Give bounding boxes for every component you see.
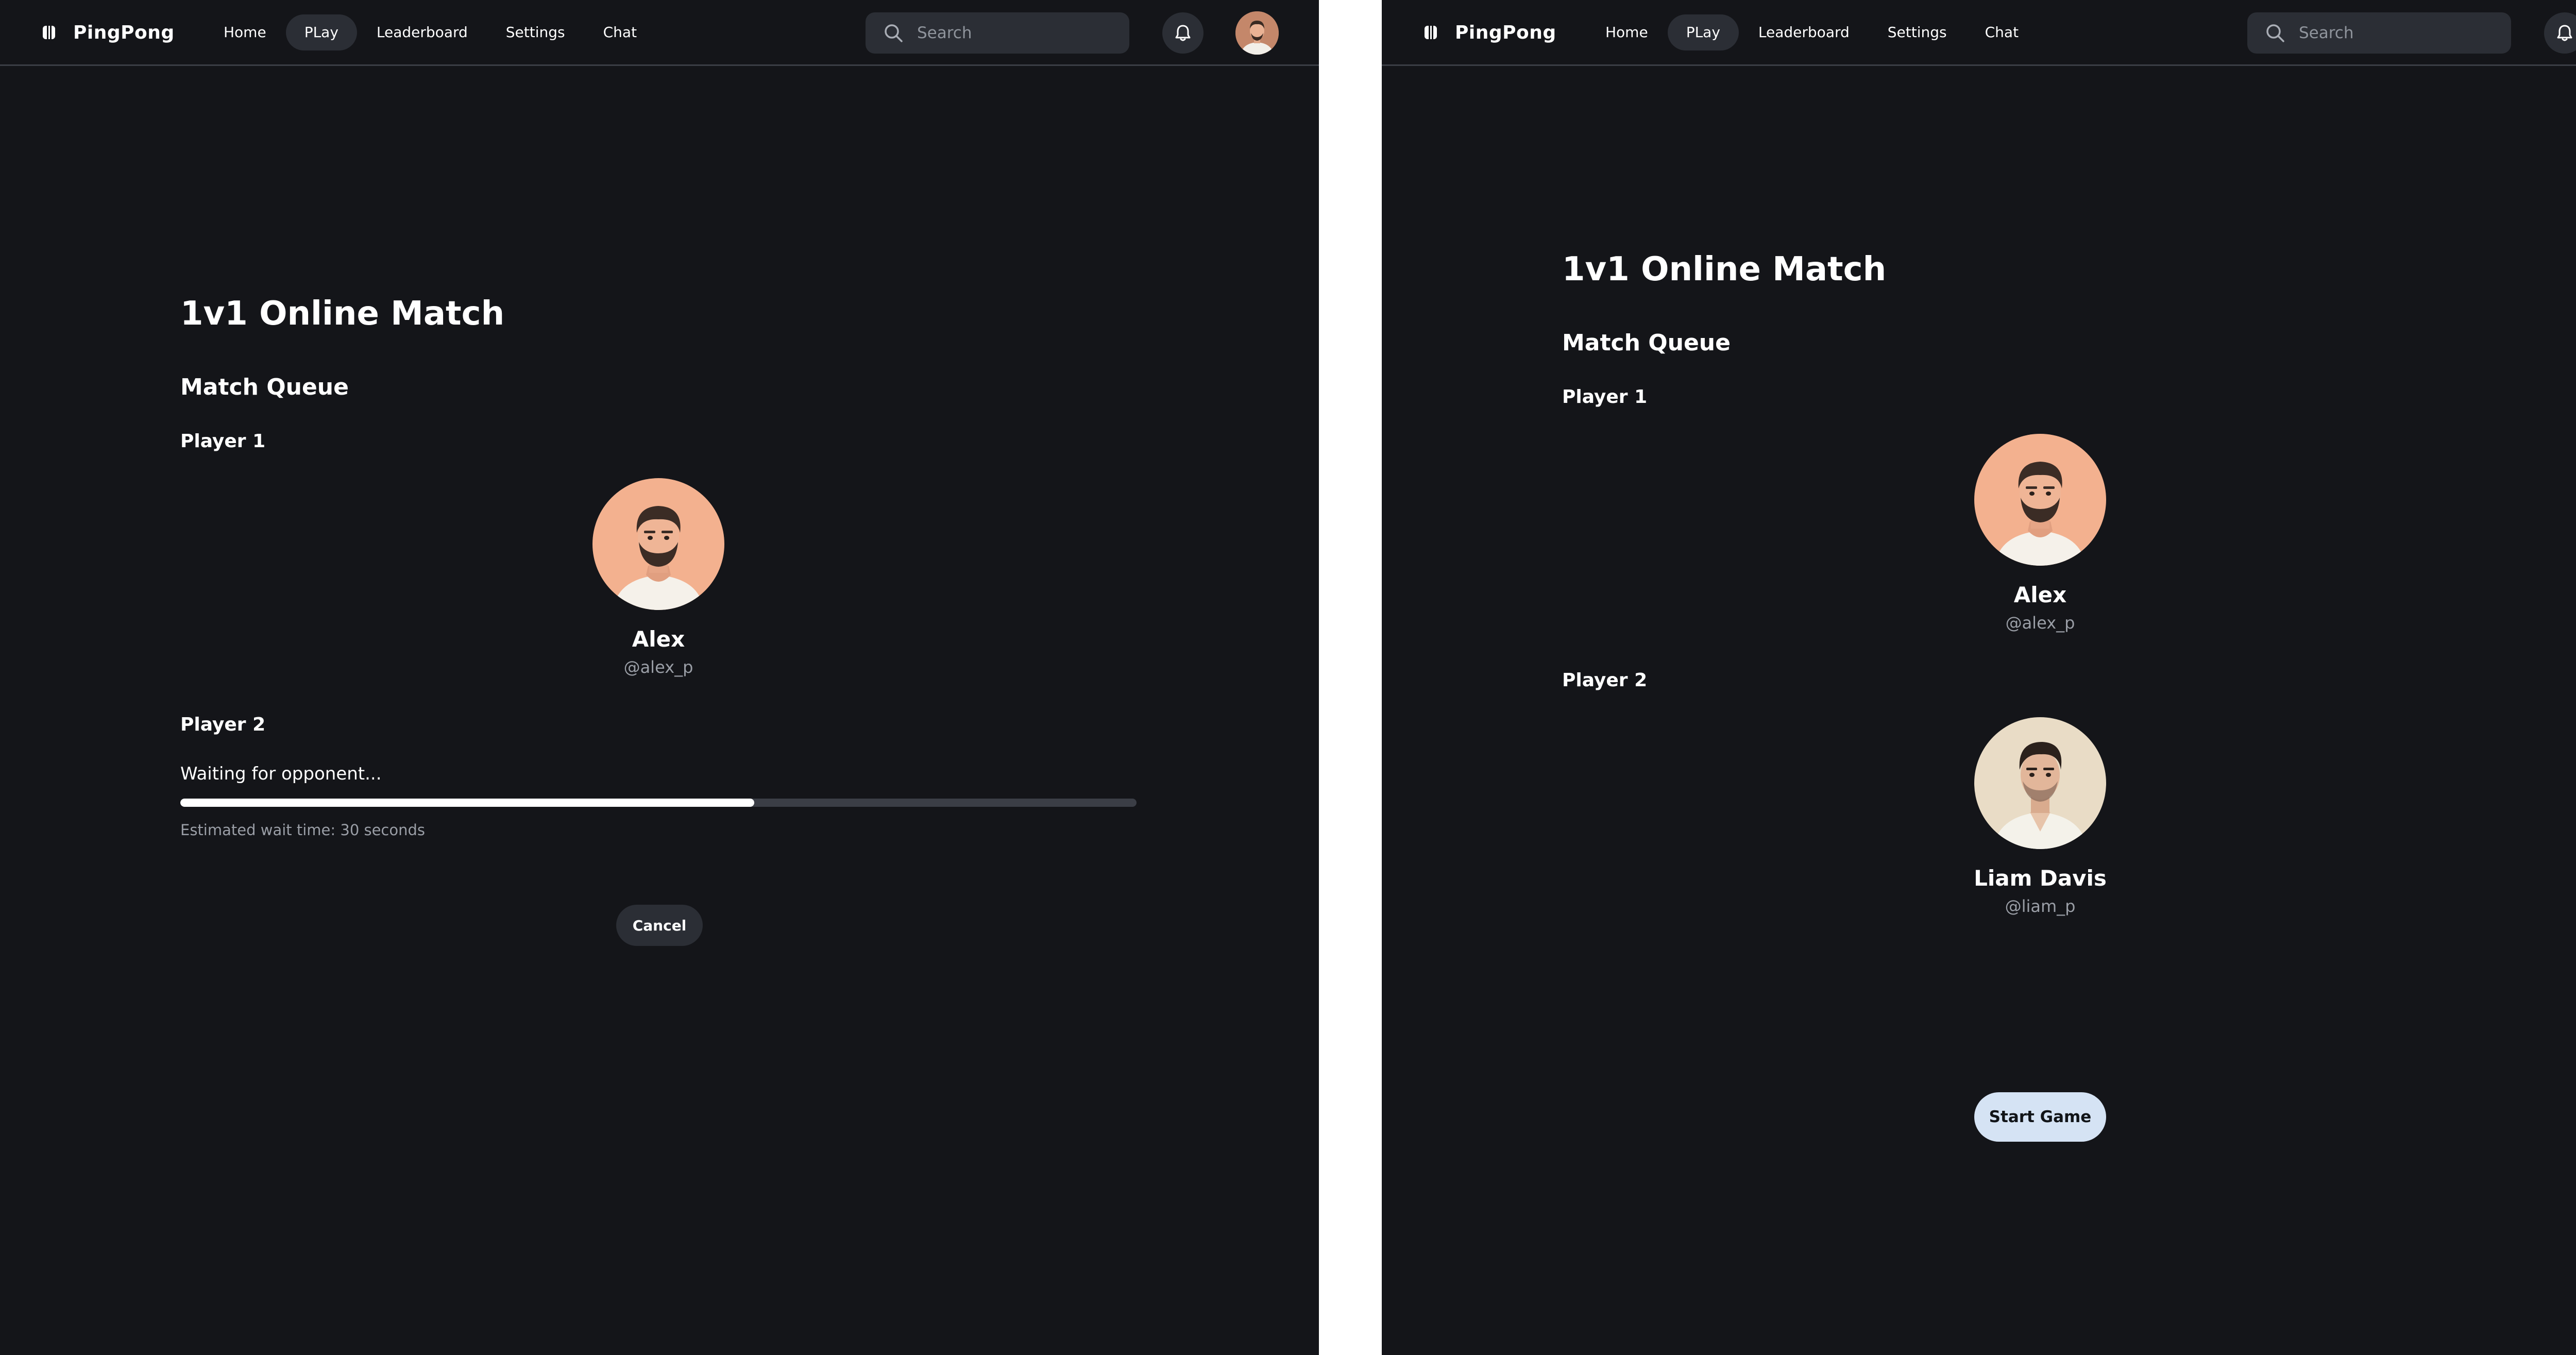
nav-chat[interactable]: Chat bbox=[1967, 14, 2037, 50]
player1-avatar bbox=[1974, 434, 2106, 566]
search-input[interactable] bbox=[2298, 23, 2496, 43]
brand[interactable]: PingPong bbox=[1424, 20, 1556, 45]
main-nav: Home PLay Leaderboard Settings Chat bbox=[1587, 14, 2038, 50]
player2-name: Liam Davis bbox=[1974, 866, 2107, 891]
notifications-button[interactable] bbox=[1162, 12, 1204, 54]
match-queue-heading: Match Queue bbox=[1562, 330, 1731, 356]
player1-label: Player 1 bbox=[180, 431, 266, 452]
player1-name: Alex bbox=[632, 626, 685, 652]
matchmaking-progress-bar bbox=[180, 799, 1137, 807]
nav-home[interactable]: Home bbox=[205, 14, 285, 50]
nav-play[interactable]: PLay bbox=[285, 14, 357, 50]
paddle-logo-icon bbox=[43, 26, 55, 39]
bell-icon bbox=[2557, 25, 2572, 41]
nav-leaderboard[interactable]: Leaderboard bbox=[358, 14, 486, 50]
player2-label: Player 2 bbox=[1562, 670, 1648, 691]
page-title: 1v1 Online Match bbox=[1562, 250, 1887, 289]
player2-avatar bbox=[1974, 717, 2106, 849]
player2-label: Player 2 bbox=[180, 714, 266, 735]
match-queue-heading: Match Queue bbox=[180, 374, 349, 400]
player1-avatar bbox=[592, 478, 724, 610]
nav-leaderboard[interactable]: Leaderboard bbox=[1740, 14, 1868, 50]
player1-label: Player 1 bbox=[1562, 386, 1648, 408]
page-title: 1v1 Online Match bbox=[180, 295, 505, 333]
bell-icon bbox=[1175, 25, 1191, 41]
player1-avatar-image bbox=[1974, 434, 2106, 566]
progress-fill bbox=[180, 799, 754, 807]
brand-name: PingPong bbox=[1455, 22, 1556, 43]
player2-avatar-image bbox=[1974, 717, 2106, 849]
player1-name: Alex bbox=[2013, 582, 2067, 607]
waiting-status: Waiting for opponent... bbox=[180, 764, 382, 784]
start-game-button[interactable]: Start Game bbox=[1974, 1092, 2106, 1142]
paddle-logo-icon bbox=[1425, 26, 1437, 39]
matched-screen: PingPong Home PLay Leaderboard Settings … bbox=[1382, 0, 2576, 1355]
top-navigation-bar: PingPong Home PLay Leaderboard Settings … bbox=[0, 0, 1319, 66]
notifications-button[interactable] bbox=[2544, 12, 2576, 54]
top-navigation-bar: PingPong Home PLay Leaderboard Settings … bbox=[1382, 0, 2576, 66]
player2-handle: @liam_p bbox=[2005, 896, 2076, 916]
player1-handle: @alex_p bbox=[623, 657, 693, 677]
search-icon bbox=[2266, 24, 2284, 42]
main-nav: Home PLay Leaderboard Settings Chat bbox=[205, 14, 656, 50]
user-avatar-image bbox=[1235, 11, 1279, 55]
estimated-wait-time: Estimated wait time: 30 seconds bbox=[180, 821, 426, 839]
search-box[interactable] bbox=[866, 12, 1129, 54]
nav-chat[interactable]: Chat bbox=[585, 14, 655, 50]
profile-avatar[interactable] bbox=[1235, 11, 1279, 55]
waiting-screen: PingPong Home PLay Leaderboard Settings … bbox=[0, 0, 1319, 1355]
brand-name: PingPong bbox=[73, 22, 175, 43]
nav-play[interactable]: PLay bbox=[1667, 14, 1739, 50]
search-input[interactable] bbox=[916, 23, 1114, 43]
search-icon bbox=[885, 24, 903, 42]
brand[interactable]: PingPong bbox=[42, 20, 175, 45]
nav-settings[interactable]: Settings bbox=[1869, 14, 1965, 50]
player1-handle: @alex_p bbox=[2005, 613, 2075, 633]
nav-home[interactable]: Home bbox=[1587, 14, 1667, 50]
search-box[interactable] bbox=[2247, 12, 2511, 54]
nav-settings[interactable]: Settings bbox=[487, 14, 584, 50]
player1-avatar-image bbox=[592, 478, 724, 610]
cancel-button[interactable]: Cancel bbox=[616, 905, 703, 946]
